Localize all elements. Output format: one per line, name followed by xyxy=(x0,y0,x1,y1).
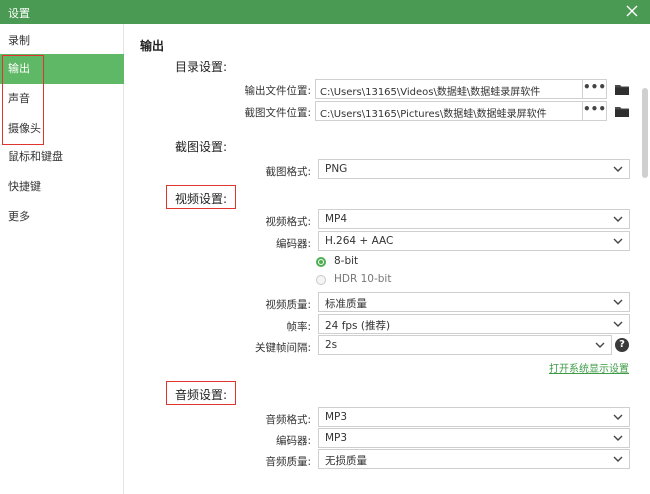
chevron-down-icon xyxy=(613,435,623,441)
chevron-down-icon xyxy=(613,166,623,172)
screenshot-format-select[interactable]: PNG xyxy=(318,159,630,179)
video-quality-value: 标准质量 xyxy=(325,298,367,310)
video-encoder-value: H.264 + AAC xyxy=(325,235,394,247)
title-bar: 设置 xyxy=(0,0,650,24)
video-encoder-label: 编码器: xyxy=(275,238,311,250)
video-quality-select[interactable]: 标准质量 xyxy=(318,292,630,312)
screenshot-browse-button[interactable]: ••• xyxy=(582,102,606,120)
screenshot-folder-icon[interactable] xyxy=(614,104,630,118)
audio-format-label: 音频格式: xyxy=(265,414,311,426)
screenshot-format-value: PNG xyxy=(325,163,348,175)
video-format-label: 视频格式: xyxy=(265,216,311,228)
sidebar-item-mouse-keyboard[interactable]: 鼠标和键盘 xyxy=(0,142,124,172)
chevron-down-icon xyxy=(613,456,623,462)
audio-format-value: MP3 xyxy=(325,411,348,423)
output-path-value: C:\Users\13165\Videos\数据蛙\数据蛙录屏软件 xyxy=(320,87,541,98)
sidebar-item-hotkeys[interactable]: 快捷键 xyxy=(0,172,124,202)
sidebar-item-output[interactable]: 输出 xyxy=(0,54,124,84)
close-icon[interactable] xyxy=(624,3,640,19)
video-format-select[interactable]: MP4 xyxy=(318,209,630,229)
main-panel: 输出 目录设置: 输出文件位置: C:\Users\13165\Videos\数… xyxy=(125,24,650,494)
fps-select[interactable]: 24 fps (推荐) xyxy=(318,314,630,334)
radio-hdr10[interactable] xyxy=(316,275,326,285)
screenshot-path-field[interactable]: C:\Users\13165\Pictures\数据蛙\数据蛙录屏软件 ••• xyxy=(315,101,607,121)
sidebar-item-sound[interactable]: 声音 xyxy=(0,84,124,114)
sidebar-item-record[interactable]: 录制 xyxy=(0,26,124,56)
output-browse-button[interactable]: ••• xyxy=(582,80,606,98)
chevron-down-icon xyxy=(613,414,623,420)
fps-value: 24 fps (推荐) xyxy=(325,320,391,332)
chevron-down-icon xyxy=(613,238,623,244)
audio-quality-value: 无损质量 xyxy=(325,455,367,467)
audio-encoder-select[interactable]: MP3 xyxy=(318,428,630,448)
chevron-down-icon xyxy=(595,342,605,348)
window-title: 设置 xyxy=(8,7,30,20)
audio-encoder-value: MP3 xyxy=(325,432,348,444)
screenshot-format-label: 截图格式: xyxy=(265,166,311,178)
page-title: 输出 xyxy=(140,39,165,53)
output-path-field[interactable]: C:\Users\13165\Videos\数据蛙\数据蛙录屏软件 ••• xyxy=(315,79,607,99)
sidebar: 录制 输出 声音 摄像头 鼠标和键盘 快捷键 更多 xyxy=(0,24,124,494)
keyframe-value: 2s xyxy=(325,339,338,351)
open-display-settings-link[interactable]: 打开系统显示设置 xyxy=(549,360,629,375)
radio-8bit[interactable] xyxy=(316,257,326,267)
audio-encoder-label: 编码器: xyxy=(275,435,311,447)
scrollbar-thumb[interactable] xyxy=(642,88,648,178)
video-format-value: MP4 xyxy=(325,213,348,225)
chevron-down-icon xyxy=(613,299,623,305)
keyframe-label: 关键帧间隔: xyxy=(254,342,311,354)
video-encoder-select[interactable]: H.264 + AAC xyxy=(318,231,630,251)
fps-label: 帧率: xyxy=(286,321,311,333)
screenshot-path-label: 截图文件位置: xyxy=(244,107,311,119)
radio-8bit-label: 8-bit xyxy=(334,255,359,267)
screenshot-heading: 截图设置: xyxy=(175,140,228,154)
sidebar-item-camera[interactable]: 摄像头 xyxy=(0,114,124,144)
audio-quality-label: 音频质量: xyxy=(265,456,311,468)
sidebar-item-more[interactable]: 更多 xyxy=(0,202,124,232)
audio-format-select[interactable]: MP3 xyxy=(318,407,630,427)
video-heading: 视频设置: xyxy=(175,192,228,206)
chevron-down-icon xyxy=(613,321,623,327)
help-icon[interactable]: ? xyxy=(615,338,629,352)
audio-quality-select[interactable]: 无损质量 xyxy=(318,449,630,469)
video-quality-label: 视频质量: xyxy=(265,299,311,311)
directory-heading: 目录设置: xyxy=(175,60,228,74)
radio-hdr10-label: HDR 10-bit xyxy=(334,273,392,285)
chevron-down-icon xyxy=(613,216,623,222)
output-path-label: 输出文件位置: xyxy=(244,85,311,97)
output-folder-icon[interactable] xyxy=(614,82,630,96)
keyframe-select[interactable]: 2s xyxy=(318,335,612,355)
screenshot-path-value: C:\Users\13165\Pictures\数据蛙\数据蛙录屏软件 xyxy=(320,109,547,120)
audio-heading: 音频设置: xyxy=(175,388,228,402)
